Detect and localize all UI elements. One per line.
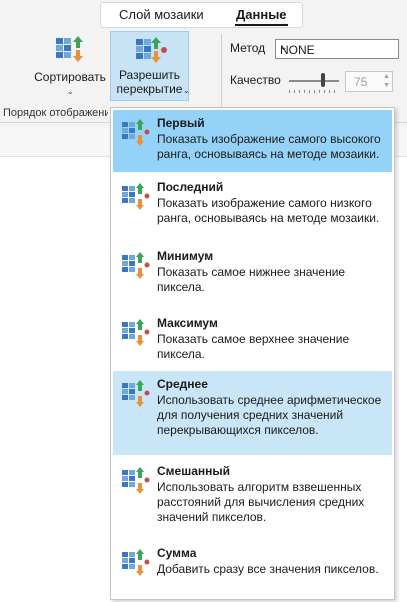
menu-item-description: Показать изображение самого высокого ран…: [157, 132, 381, 161]
resolve-overlap-button[interactable]: Разрешить перекрытие ⌄: [110, 31, 190, 101]
maximum-method-icon: [122, 319, 150, 346]
spin-arrows-icon: ▲ ▼: [383, 73, 390, 89]
sort-button[interactable]: Сортировать ⌄: [30, 34, 110, 96]
tab-mosaic-layer[interactable]: Слой мозаики: [119, 7, 204, 22]
menu-item-title: Максимум: [157, 316, 218, 330]
resolve-overlap-label-2: перекрытие: [116, 82, 183, 96]
menu-item-blend[interactable]: Смешанный Использовать алгоритм взвешенн…: [113, 458, 392, 538]
menu-item-last[interactable]: Последний Показать изображение самого ни…: [113, 174, 392, 240]
resolve-overlap-menu: Первый Показать изображение самого высок…: [110, 107, 395, 600]
sort-label: Сортировать: [34, 70, 106, 84]
active-tab-indicator: [235, 24, 288, 26]
menu-item-first[interactable]: Первый Показать изображение самого высок…: [113, 110, 392, 172]
menu-item-description: Использовать среднее арифметическое для …: [157, 393, 382, 437]
chevron-down-icon: ⌄: [67, 87, 74, 96]
menu-item-title: Смешанный: [157, 464, 231, 478]
quality-value: 75: [354, 75, 368, 89]
menu-item-maximum[interactable]: Максимум Показать самое верхнее значение…: [113, 310, 392, 370]
quality-slider-ticks: [289, 90, 339, 93]
menu-item-title: Сумма: [157, 546, 197, 560]
menu-item-description: Показать изображение самого низкого ранг…: [157, 196, 380, 225]
quality-label: Качество: [230, 73, 281, 87]
menu-item-title: Минимум: [157, 249, 214, 263]
menu-item-description: Показать самое верхнее значение пиксела.: [157, 332, 350, 361]
menu-item-title: Первый: [157, 116, 205, 130]
minimum-method-icon: [122, 252, 150, 279]
quality-slider-thumb[interactable]: [321, 73, 325, 87]
group-label-display-order: Порядок отображения: [3, 107, 108, 119]
menu-item-title: Последний: [157, 180, 224, 194]
menu-item-description: Использовать алгоритм взвешенных расстоя…: [157, 480, 365, 524]
sort-icon: [56, 36, 83, 62]
menu-item-description: Показать самое нижнее значение пиксела.: [157, 265, 346, 294]
menu-item-sum[interactable]: Сумма Добавить сразу все значения пиксел…: [113, 540, 392, 594]
resolve-overlap-label-1: Разрешить: [118, 68, 181, 82]
sum-method-icon: [122, 549, 150, 576]
menu-item-mean[interactable]: Среднее Использовать среднее арифметичес…: [113, 371, 392, 455]
first-method-icon: [122, 119, 150, 146]
quality-spinbox[interactable]: 75 ▲ ▼: [345, 71, 393, 92]
last-method-icon: [122, 183, 150, 210]
quality-slider-track[interactable]: [289, 80, 339, 82]
chevron-down-icon: ⌄: [183, 86, 190, 95]
menu-item-minimum[interactable]: Минимум Показать самое нижнее значение п…: [113, 243, 392, 303]
tab-data[interactable]: Данные: [236, 7, 287, 22]
ribbon-tabs: Слой мозаики Данные: [100, 2, 303, 28]
resolve-overlap-icon: [136, 37, 167, 63]
method-label: Метод: [230, 41, 266, 55]
method-dropdown[interactable]: NONE ⌄: [275, 39, 399, 59]
chevron-down-icon: ⌄: [280, 42, 288, 52]
group-separator: [221, 34, 222, 118]
menu-item-description: Добавить сразу все значения пикселов.: [157, 562, 379, 576]
blend-method-icon: [122, 467, 150, 494]
mean-method-icon: [122, 380, 150, 407]
menu-item-title: Среднее: [157, 377, 208, 391]
